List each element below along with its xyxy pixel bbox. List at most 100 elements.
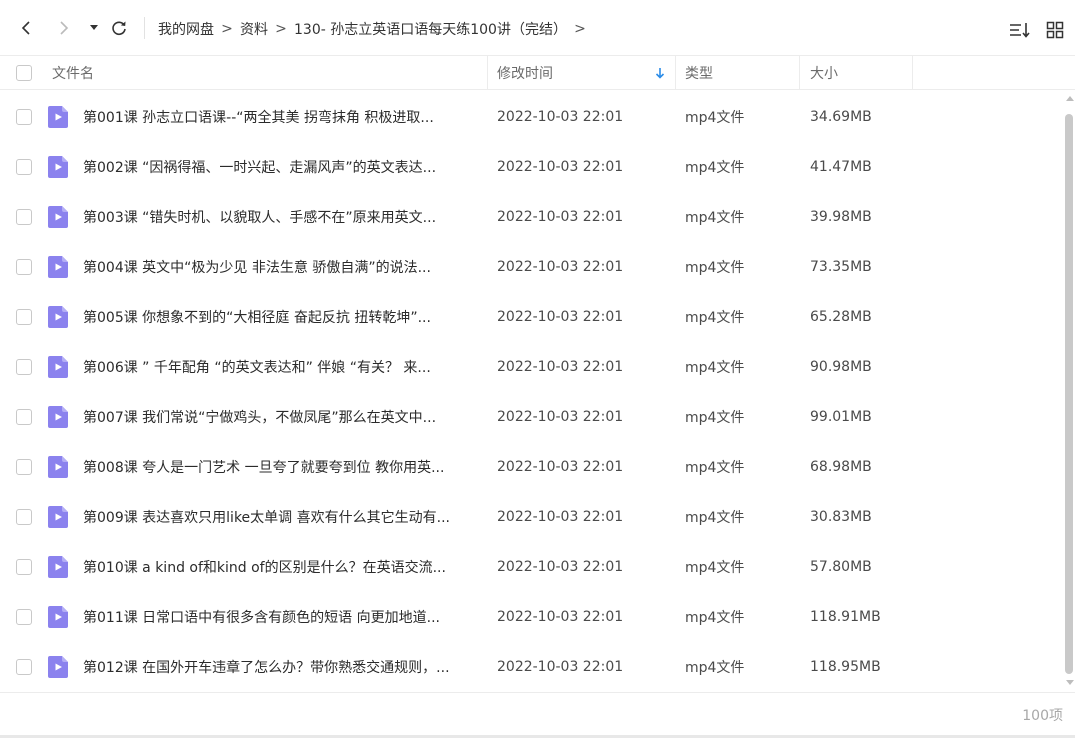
column-divider[interactable] (912, 56, 913, 90)
file-size: 68.98MB (810, 459, 872, 475)
file-name[interactable]: 第010课 a kind of和kind of的区别是什么？在英语交流... (83, 542, 475, 592)
toolbar: 我的网盘 > 资料 > 130- 孙志立英语口语每天练100讲（完结） > (0, 0, 1075, 56)
file-row[interactable]: 第011课 日常口语中有很多含有颜色的短语 向更加地道... 2022-10-0… (0, 592, 1062, 642)
sort-descending-arrow-icon (655, 68, 665, 79)
column-header-type[interactable]: 类型 (685, 56, 795, 90)
file-modified-time: 2022-10-03 22:01 (497, 609, 624, 625)
file-row[interactable]: 第008课 夸人是一门艺术 一旦夸了就要夸到位 教你用英... 2022-10-… (0, 442, 1062, 492)
file-name[interactable]: 第007课 我们常说“宁做鸡头，不做凤尾”那么在英文中... (83, 392, 475, 442)
file-type: mp4文件 (685, 160, 745, 176)
file-size: 118.95MB (810, 659, 881, 675)
scrollbar-thumb[interactable] (1065, 114, 1073, 674)
toolbar-divider (144, 17, 145, 39)
forward-button[interactable] (52, 16, 76, 40)
grid-view-icon (1046, 21, 1064, 39)
list-header: 文件名 修改时间 类型 大小 (0, 56, 1075, 90)
row-checkbox[interactable] (16, 359, 32, 375)
file-name[interactable]: 第006课 ” 千年配角 “的英文表达和” 伴娘 “有关？ 来... (83, 342, 475, 392)
file-size: 34.69MB (810, 109, 872, 125)
sort-icon (1010, 23, 1030, 38)
file-type: mp4文件 (685, 660, 745, 676)
file-type: mp4文件 (685, 310, 745, 326)
row-checkbox[interactable] (16, 259, 32, 275)
row-checkbox[interactable] (16, 209, 32, 225)
row-checkbox[interactable] (16, 509, 32, 525)
column-header-modified-time[interactable]: 修改时间 (497, 56, 667, 90)
file-row[interactable]: 第009课 表达喜欢只用like太单调 喜欢有什么其它生动有... 2022-1… (0, 492, 1062, 542)
video-file-icon (48, 156, 68, 178)
file-type: mp4文件 (685, 610, 745, 626)
back-button[interactable] (14, 16, 38, 40)
row-checkbox[interactable] (16, 609, 32, 625)
video-file-icon (48, 206, 68, 228)
file-row[interactable]: 第002课 “因祸得福、一时兴起、走漏风声”的英文表达... 2022-10-0… (0, 142, 1062, 192)
file-row[interactable]: 第012课 在国外开车违章了怎么办？带你熟悉交通规则，... 2022-10-0… (0, 642, 1062, 692)
scroll-up-arrow-icon[interactable] (1066, 96, 1074, 101)
file-name[interactable]: 第002课 “因祸得福、一时兴起、走漏风声”的英文表达... (83, 142, 475, 192)
file-size: 57.80MB (810, 559, 872, 575)
file-modified-time: 2022-10-03 22:01 (497, 659, 624, 675)
file-type: mp4文件 (685, 510, 745, 526)
breadcrumb-item-current-folder[interactable]: 130- 孙志立英语口语每天练100讲（完结） (294, 19, 567, 39)
row-checkbox[interactable] (16, 659, 32, 675)
file-row[interactable]: 第001课 孙志立口语课--“两全其美 拐弯抹角 积极进取... 2022-10… (0, 92, 1062, 142)
breadcrumb-item-materials[interactable]: 资料 (240, 19, 268, 39)
file-row[interactable]: 第003课 “错失时机、以貌取人、手感不在”原来用英文... 2022-10-0… (0, 192, 1062, 242)
file-modified-time: 2022-10-03 22:01 (497, 109, 624, 125)
file-row[interactable]: 第004课 英文中“极为少见 非法生意 骄傲自满”的说法... 2022-10-… (0, 242, 1062, 292)
file-name[interactable]: 第011课 日常口语中有很多含有颜色的短语 向更加地道... (83, 592, 475, 642)
refresh-icon (112, 21, 126, 36)
row-checkbox[interactable] (16, 459, 32, 475)
file-name[interactable]: 第012课 在国外开车违章了怎么办？带你熟悉交通规则，... (83, 642, 475, 692)
video-file-icon (48, 556, 68, 578)
file-row[interactable]: 第005课 你想象不到的“大相径庭 奋起反抗 扭转乾坤”... 2022-10-… (0, 292, 1062, 342)
file-size: 118.91MB (810, 609, 881, 625)
file-type: mp4文件 (685, 460, 745, 476)
file-size: 90.98MB (810, 359, 872, 375)
breadcrumb-separator: > (221, 21, 233, 37)
file-name[interactable]: 第009课 表达喜欢只用like太单调 喜欢有什么其它生动有... (83, 492, 475, 542)
row-checkbox[interactable] (16, 109, 32, 125)
file-size: 65.28MB (810, 309, 872, 325)
grid-view-button[interactable] (1043, 18, 1067, 42)
history-dropdown-button[interactable] (82, 16, 106, 40)
file-name[interactable]: 第008课 夸人是一门艺术 一旦夸了就要夸到位 教你用英... (83, 442, 475, 492)
row-checkbox[interactable] (16, 559, 32, 575)
column-header-size[interactable]: 大小 (810, 56, 910, 90)
file-modified-time: 2022-10-03 22:01 (497, 309, 624, 325)
file-row[interactable]: 第007课 我们常说“宁做鸡头，不做凤尾”那么在英文中... 2022-10-0… (0, 392, 1062, 442)
file-list: 第001课 孙志立口语课--“两全其美 拐弯抹角 积极进取... 2022-10… (0, 92, 1062, 692)
refresh-button[interactable] (107, 16, 131, 40)
scroll-down-arrow-icon[interactable] (1066, 680, 1074, 685)
file-size: 41.47MB (810, 159, 872, 175)
file-type: mp4文件 (685, 410, 745, 426)
video-file-icon (48, 356, 68, 378)
breadcrumb-separator: > (275, 21, 287, 37)
select-all-checkbox[interactable] (16, 65, 32, 81)
column-divider[interactable] (799, 56, 800, 90)
row-checkbox[interactable] (16, 409, 32, 425)
file-name[interactable]: 第001课 孙志立口语课--“两全其美 拐弯抹角 积极进取... (83, 92, 475, 142)
file-name[interactable]: 第004课 英文中“极为少见 非法生意 骄傲自满”的说法... (83, 242, 475, 292)
breadcrumb-item-my-drive[interactable]: 我的网盘 (158, 19, 214, 39)
file-name[interactable]: 第005课 你想象不到的“大相径庭 奋起反抗 扭转乾坤”... (83, 292, 475, 342)
breadcrumb-more-button[interactable]: > (567, 21, 593, 37)
file-type: mp4文件 (685, 360, 745, 376)
row-checkbox[interactable] (16, 309, 32, 325)
item-count: 100项 (1022, 708, 1063, 724)
column-divider[interactable] (675, 56, 676, 90)
file-type: mp4文件 (685, 210, 745, 226)
file-name[interactable]: 第003课 “错失时机、以貌取人、手感不在”原来用英文... (83, 192, 475, 242)
sort-button[interactable] (1008, 18, 1032, 42)
video-file-icon (48, 106, 68, 128)
breadcrumb: 我的网盘 > 资料 > 130- 孙志立英语口语每天练100讲（完结） > (158, 18, 593, 40)
file-size: 73.35MB (810, 259, 872, 275)
file-row[interactable]: 第010课 a kind of和kind of的区别是什么？在英语交流... 2… (0, 542, 1062, 592)
file-type: mp4文件 (685, 110, 745, 126)
row-checkbox[interactable] (16, 159, 32, 175)
column-divider[interactable] (487, 56, 488, 90)
file-row[interactable]: 第006课 ” 千年配角 “的英文表达和” 伴娘 “有关？ 来... 2022-… (0, 342, 1062, 392)
chevron-right-icon (60, 21, 69, 35)
file-modified-time: 2022-10-03 22:01 (497, 359, 624, 375)
column-header-name[interactable]: 文件名 (52, 56, 482, 90)
